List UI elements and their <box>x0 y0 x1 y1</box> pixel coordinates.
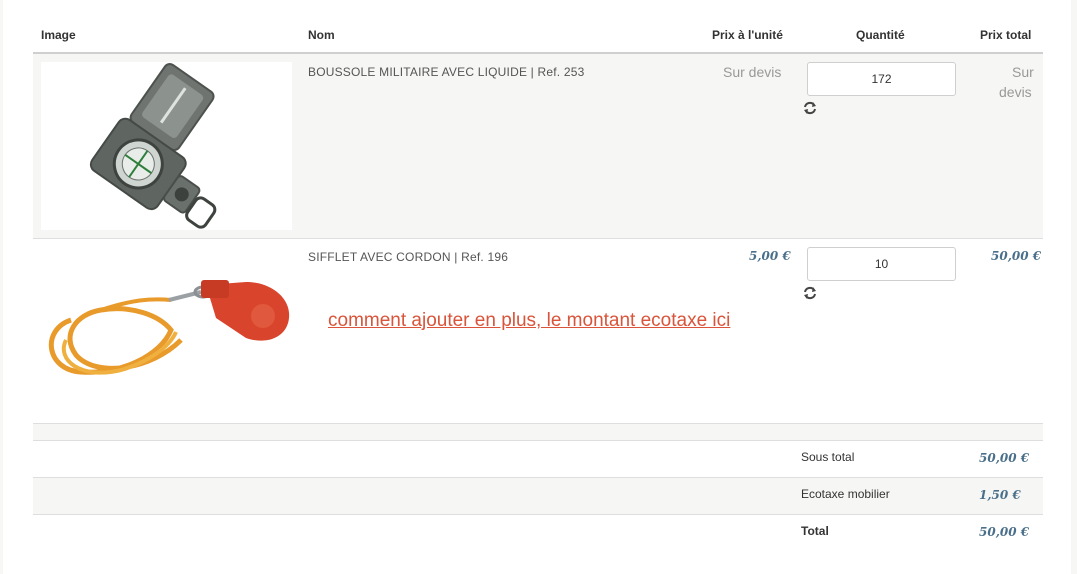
compass-icon <box>89 63 217 229</box>
unit-price: Sur devis <box>723 64 782 80</box>
cart-page: Image Nom Prix à l'unité Quantité Prix t… <box>3 0 1071 574</box>
ecotaxe-annotation: comment ajouter en plus, le montant ecot… <box>328 310 731 331</box>
product-name[interactable]: BOUSSOLE MILITAIRE AVEC LIQUIDE | Ref. 2… <box>308 65 585 79</box>
total-price: 50,00 € <box>991 249 1042 263</box>
header-unit-price: Prix à l'unité <box>712 28 783 42</box>
quantity-input[interactable] <box>807 247 956 281</box>
header-quantity: Quantité <box>856 28 905 42</box>
total-price-line2: devis <box>999 84 1032 100</box>
ecotaxe-label: Ecotaxe mobilier <box>801 487 890 501</box>
quantity-input[interactable] <box>807 62 956 96</box>
refresh-icon[interactable] <box>803 286 817 300</box>
total-value: 50,00 € <box>979 525 1030 539</box>
unit-price: 5,00 € <box>749 249 791 263</box>
product-image-whistle[interactable] <box>41 260 292 400</box>
subtotal-label: Sous total <box>801 450 855 464</box>
product-name[interactable]: SIFFLET AVEC CORDON | Ref. 196 <box>308 250 508 264</box>
row-divider <box>33 238 1043 239</box>
totals-divider <box>33 514 1043 515</box>
spacer-row <box>33 424 1043 440</box>
totals-row <box>33 478 1043 514</box>
product-image-compass[interactable] <box>41 62 292 230</box>
header-total-price: Prix total <box>980 28 1032 42</box>
subtotal-value: 50,00 € <box>979 451 1030 465</box>
header-name: Nom <box>308 28 335 42</box>
ecotaxe-value: 1,50 € <box>979 488 1021 502</box>
refresh-icon[interactable] <box>803 101 817 115</box>
total-label: Total <box>801 524 829 538</box>
header-image: Image <box>41 28 76 42</box>
totals-divider <box>33 440 1043 441</box>
total-price-line1: Sur <box>1012 64 1034 80</box>
whistle-icon <box>48 280 290 375</box>
